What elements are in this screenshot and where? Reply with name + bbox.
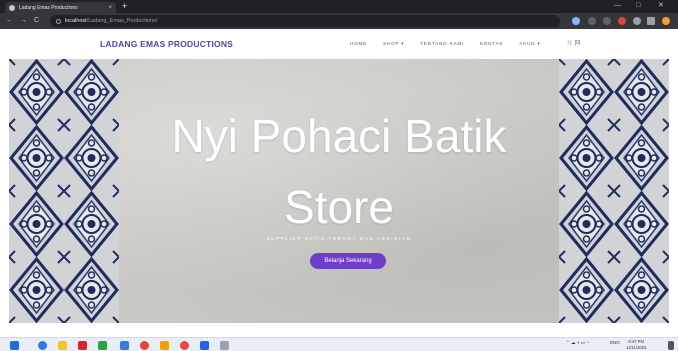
minimize-icon[interactable]: — — [614, 1, 621, 11]
clock-time: 8:47 PM — [628, 339, 644, 344]
hero-subtitle: SUPPLIER BATIK TRENDY DAN KEKINIAN — [266, 236, 412, 241]
app-gray-icon[interactable] — [220, 341, 229, 350]
new-tab-button[interactable]: + — [122, 1, 127, 12]
taskbar-clock[interactable]: 8:47 PM 11/11/2022 — [626, 339, 646, 350]
side-panel-icon[interactable] — [647, 17, 655, 25]
file-explorer-icon[interactable] — [58, 341, 67, 350]
google-lens-icon[interactable] — [572, 17, 580, 25]
app-red-round-icon[interactable] — [180, 341, 189, 350]
language-indicator[interactable]: ENG — [610, 340, 620, 345]
app-red-icon[interactable] — [78, 341, 87, 350]
cart-button[interactable]: 🛒 [0] — [567, 40, 580, 46]
browser-tab-strip: Ladang Emas Productions × + — □ ✕ — [0, 0, 678, 13]
close-window-icon[interactable]: ✕ — [658, 1, 664, 11]
hero-title-line2: Store — [284, 181, 394, 233]
main-menu: HOME SHOP ▾ TENTANG KAMI KONTAK AKUN ▾ — [350, 41, 557, 47]
tab-close-icon[interactable]: × — [108, 5, 112, 11]
browser-tab[interactable]: Ladang Emas Productions × — [5, 2, 116, 13]
forward-icon[interactable]: → — [20, 16, 27, 25]
start-windows-icon[interactable] — [10, 341, 19, 350]
brand-logo[interactable]: LADANG EMAS PRODUCTIONS — [100, 39, 233, 49]
chrome-icon[interactable] — [140, 341, 149, 350]
bookmark-star-icon[interactable] — [603, 17, 611, 25]
system-tray-icons[interactable]: ⌃ ☁ ◖ ▭ ◔ — [566, 340, 589, 346]
tab-title: Ladang Emas Productions — [19, 4, 78, 11]
vscode-icon[interactable] — [200, 341, 209, 350]
share-icon[interactable] — [588, 17, 596, 25]
menu-kontak[interactable]: KONTAK — [480, 41, 503, 47]
hero-banner: Nyi Pohaci Batik Store SUPPLIER BATIK TR… — [9, 59, 669, 323]
menu-akun[interactable]: AKUN ▾ — [519, 41, 540, 47]
maximize-icon[interactable]: □ — [636, 1, 640, 11]
word-icon[interactable] — [120, 341, 129, 350]
xbox-icon[interactable] — [98, 341, 107, 350]
menu-shop[interactable]: SHOP ▾ — [383, 41, 404, 47]
url-host: localhost — [65, 18, 87, 24]
menu-home[interactable]: HOME — [350, 41, 367, 47]
browser-toolbar: ← → C localhost /Ladang_Emas_Productions… — [0, 13, 678, 29]
edge-icon[interactable] — [38, 341, 47, 350]
reload-icon[interactable]: C — [34, 16, 39, 25]
shop-now-button[interactable]: Belanja Sekarang — [310, 253, 386, 269]
extension-icon[interactable] — [618, 17, 626, 25]
windows-taskbar: ⌃ ☁ ◖ ▭ ◔ ENG 8:47 PM 11/11/2022 — [0, 337, 678, 351]
hero-title-line1: Nyi Pohaci Batik — [171, 110, 507, 162]
notification-icon[interactable] — [668, 341, 674, 350]
site-info-icon[interactable] — [56, 18, 61, 24]
favicon-icon — [9, 4, 15, 11]
page-below-hero — [0, 323, 678, 337]
site-navbar: LADANG EMAS PRODUCTIONS HOME SHOP ▾ TENT… — [0, 29, 678, 59]
url-path: /Ladang_Emas_Productions/ — [86, 18, 158, 24]
extensions-puzzle-icon[interactable] — [633, 17, 641, 25]
app-orange-icon[interactable] — [160, 341, 169, 350]
profile-avatar[interactable] — [662, 17, 670, 25]
clock-date: 11/11/2022 — [626, 344, 647, 350]
back-icon[interactable]: ← — [6, 16, 13, 25]
menu-tentang-kami[interactable]: TENTANG KAMI — [420, 41, 464, 47]
address-bar[interactable]: localhost /Ladang_Emas_Productions/ — [50, 15, 560, 27]
